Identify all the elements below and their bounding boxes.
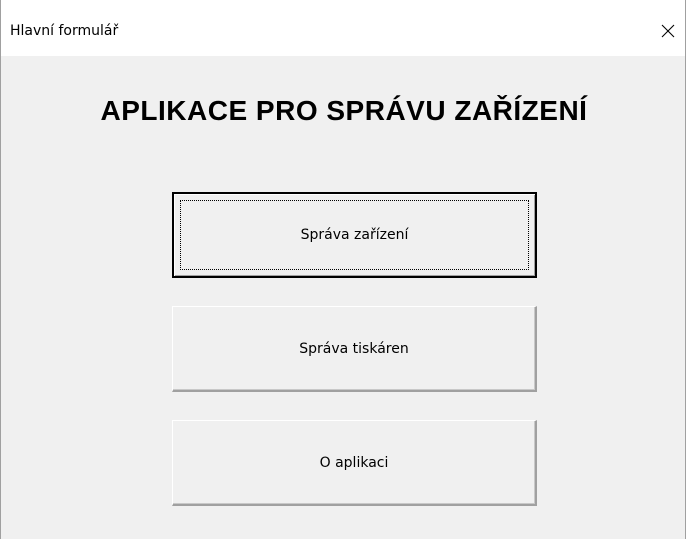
close-icon <box>660 23 676 39</box>
printer-management-button[interactable]: Správa tiskáren <box>172 306 537 392</box>
device-management-button[interactable]: Správa zařízení <box>172 192 537 278</box>
app-heading: APLIKACE PRO SPRÁVU ZAŘÍZENÍ <box>100 95 588 126</box>
printer-management-label: Správa tiskáren <box>299 340 409 357</box>
close-button[interactable] <box>651 14 685 48</box>
window-title: Hlavní formulář <box>10 23 119 39</box>
main-form-window: Hlavní formulář APLIKACE PRO SPRÁVU ZAŘÍ… <box>0 0 686 539</box>
title-bar[interactable]: Hlavní formulář <box>1 0 685 56</box>
about-label: O aplikaci <box>319 454 389 471</box>
about-button[interactable]: O aplikaci <box>172 420 537 506</box>
device-management-label: Správa zařízení <box>300 227 409 243</box>
